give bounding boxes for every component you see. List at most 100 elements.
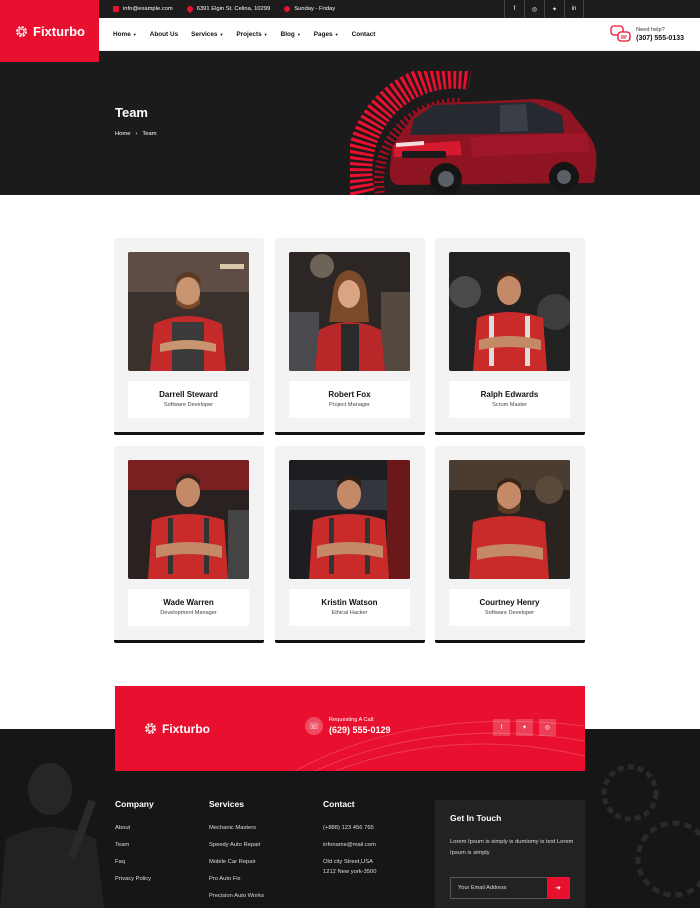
hero-car-image xyxy=(350,71,597,195)
footer-link[interactable]: Speedy Auto Repair xyxy=(209,842,264,848)
page-title: Team xyxy=(115,105,148,120)
call-to-action-banner: Fixturbo ☏ Requesting A Call: (629) 555-… xyxy=(115,686,585,771)
footer-services-title: Services xyxy=(209,799,244,809)
nav-contact[interactable]: Contact xyxy=(352,31,376,38)
nav-contact-label: Contact xyxy=(351,30,376,38)
team-photo xyxy=(449,252,570,371)
nav-services[interactable]: Services ▼ xyxy=(191,31,223,38)
nav-home[interactable]: Home ▼ xyxy=(113,31,137,38)
cta-socials: f ✦ ◎ xyxy=(493,719,556,736)
footer-phone[interactable]: (+888) 123 456 765 xyxy=(323,825,377,831)
facebook-icon[interactable]: f xyxy=(504,0,524,18)
footer-services: Services Mechanic Masters Speedy Auto Re… xyxy=(209,799,264,908)
team-card[interactable]: Courtney Henry Software Developer xyxy=(435,446,585,643)
team-member-role: Ethical Hacker xyxy=(331,610,368,616)
team-card[interactable]: Darrell Steward Software Developer xyxy=(114,238,264,435)
cta-brand[interactable]: Fixturbo xyxy=(143,721,210,736)
team-info: Robert Fox Project Manager xyxy=(289,381,410,418)
team-member-role: Development Manager xyxy=(160,610,217,616)
envelope-icon xyxy=(113,6,119,12)
brand-name: Fixturbo xyxy=(33,23,85,39)
footer-company-title: Company xyxy=(115,799,154,809)
phone-icon: ☏ xyxy=(305,717,323,735)
footer-contact: Contact (+888) 123 456 765 infoname@mail… xyxy=(323,799,377,886)
footer-link[interactable]: Mobile Car Repair xyxy=(209,859,264,865)
topbar-hours: Sunday - Friday xyxy=(284,6,335,12)
team-member-name[interactable]: Ralph Edwards xyxy=(449,390,570,399)
cta-call-number[interactable]: (629) 555-0129 xyxy=(329,725,391,735)
breadcrumb: Home › Team xyxy=(115,131,157,137)
nav-blog[interactable]: Blog ▼ xyxy=(281,31,301,38)
team-photo xyxy=(289,460,410,579)
footer-link[interactable]: Faq xyxy=(115,859,154,865)
footer-link[interactable]: Mechanic Masters xyxy=(209,825,264,831)
cta-call[interactable]: ☏ Requesting A Call: (629) 555-0129 xyxy=(305,717,391,735)
footer-link[interactable]: Team xyxy=(115,842,154,848)
team-card[interactable]: Robert Fox Project Manager xyxy=(275,238,425,435)
team-photo xyxy=(128,460,249,579)
nav-projects[interactable]: Projects ▼ xyxy=(236,31,267,38)
main-navigation: Home ▼ About Us Services ▼ Projects ▼ Blog ▼… xyxy=(99,18,696,51)
chevron-down-icon: ▼ xyxy=(263,31,268,37)
footer-get-in-touch: Get In Touch Lorem Ipsum is simply is du… xyxy=(435,800,585,908)
help-contact[interactable]: Need help? (307) 555-0133 xyxy=(610,25,684,43)
breadcrumb-separator-icon: › xyxy=(135,131,138,137)
breadcrumb-home[interactable]: Home xyxy=(115,131,130,137)
page-hero: Team Home › Team xyxy=(0,51,700,195)
nav-about[interactable]: About Us xyxy=(150,31,178,38)
arrow-right-icon[interactable]: ➜ xyxy=(547,877,569,899)
team-member-role: Software Developer xyxy=(484,610,535,616)
footer-email[interactable]: infoname@mail.com xyxy=(323,842,377,848)
team-member-role: Project Manager xyxy=(328,402,371,408)
twitter-icon[interactable]: ✦ xyxy=(544,0,564,18)
topbar-socials: f ◎ ✦ in xyxy=(504,0,584,18)
team-info: Ralph Edwards Scrum Master xyxy=(449,381,570,418)
team-member-name[interactable]: Courtney Henry xyxy=(449,598,570,607)
footer-link[interactable]: Precision Auto Works xyxy=(209,893,264,899)
touch-title: Get In Touch xyxy=(450,813,502,823)
footer-company: Company About Team Faq Privacy Policy xyxy=(115,799,154,893)
footer-address-line: Old city Street,USA xyxy=(323,859,373,865)
topbar-hours-text: Sunday - Friday xyxy=(294,6,336,12)
instagram-icon[interactable]: ◎ xyxy=(524,0,544,18)
footer-link[interactable]: About xyxy=(115,825,154,831)
help-label: Need help? xyxy=(636,27,665,33)
gear-icon xyxy=(145,723,156,734)
linkedin-icon[interactable]: in xyxy=(564,0,584,18)
facebook-icon[interactable]: f xyxy=(493,719,510,736)
help-phone: (307) 555-0133 xyxy=(636,35,684,42)
newsletter-form: Your Email Address ➜ xyxy=(450,877,570,899)
brand-logo[interactable]: Fixturbo xyxy=(0,0,99,62)
instagram-icon[interactable]: ◎ xyxy=(539,719,556,736)
team-photo xyxy=(128,252,249,371)
team-card[interactable]: Kristin Watson Ethical Hacker xyxy=(275,446,425,643)
team-info: Courtney Henry Software Developer xyxy=(449,589,570,626)
chat-icon xyxy=(610,25,631,42)
nav-about-label: About Us xyxy=(149,30,179,38)
email-input[interactable]: Your Email Address xyxy=(458,885,547,891)
cta-call-label: Requesting A Call: xyxy=(329,717,375,723)
team-member-name[interactable]: Wade Warren xyxy=(128,598,249,607)
footer-gear-decoration xyxy=(601,764,700,898)
cta-brand-name: Fixturbo xyxy=(162,721,210,736)
footer-link[interactable]: Privacy Policy xyxy=(115,876,154,882)
nav-pages[interactable]: Pages ▼ xyxy=(314,31,339,38)
team-member-name[interactable]: Robert Fox xyxy=(289,390,410,399)
gear-icon xyxy=(16,25,27,37)
twitter-icon[interactable]: ✦ xyxy=(516,719,533,736)
topbar-email[interactable]: info@example.com xyxy=(113,6,173,12)
team-info: Darrell Steward Software Developer xyxy=(128,381,249,418)
footer-contact-title: Contact xyxy=(323,799,355,809)
topbar-address: 6391 Elgin St. Celina, 10299 xyxy=(185,4,271,14)
topbar-address-text: 6391 Elgin St. Celina, 10299 xyxy=(196,6,271,12)
nav-home-label: Home xyxy=(113,30,131,38)
nav-projects-label: Projects xyxy=(236,30,262,38)
clock-icon xyxy=(284,6,291,12)
team-member-name[interactable]: Kristin Watson xyxy=(289,598,410,607)
top-bar: info@example.com 6391 Elgin St. Celina, … xyxy=(99,0,700,18)
team-card[interactable]: Wade Warren Development Manager xyxy=(114,446,264,643)
chevron-down-icon: ▼ xyxy=(334,31,339,37)
footer-link[interactable]: Pro Auto Fix xyxy=(209,876,264,882)
team-member-name[interactable]: Darrell Steward xyxy=(128,390,249,399)
team-card[interactable]: Ralph Edwards Scrum Master xyxy=(435,238,585,435)
